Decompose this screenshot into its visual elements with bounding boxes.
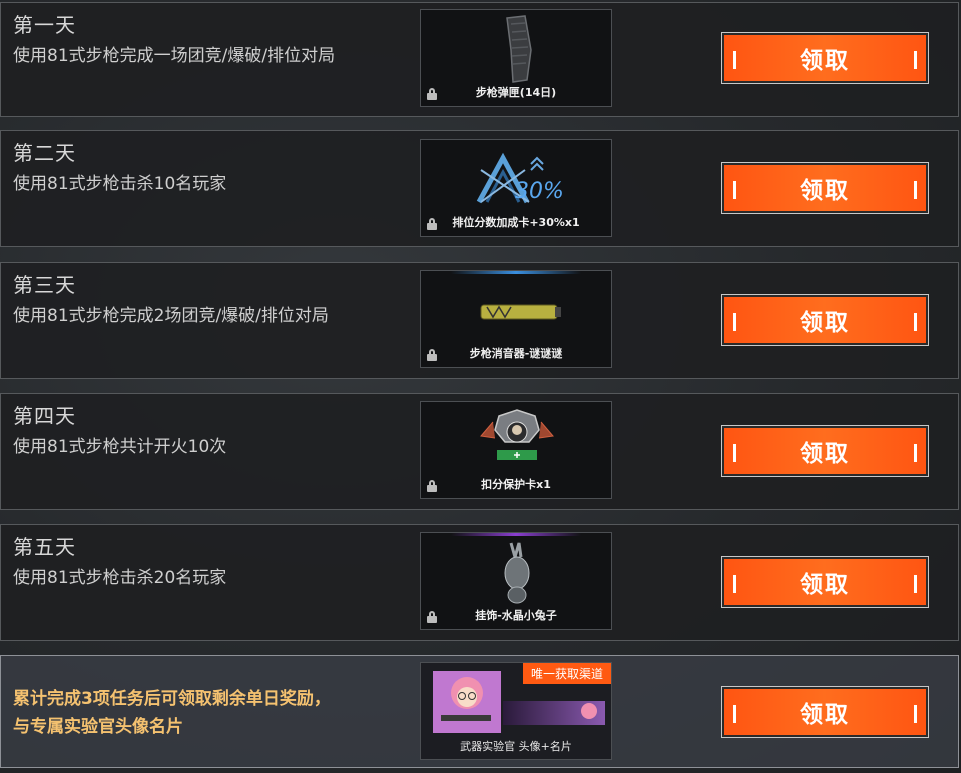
reward-name: 排位分数加成卡+30%x1 (452, 216, 580, 229)
day-title: 第一天 (13, 13, 76, 37)
claim-label: 领取 (800, 572, 850, 598)
task-description: 使用81式步枪共计开火10次 (13, 437, 227, 457)
avatar-namecard-icon (433, 671, 605, 733)
task-description: 使用81式步枪完成2场团竞/爆破/排位对局 (13, 306, 329, 326)
claim-button-day-3[interactable]: 领取 (721, 294, 929, 346)
reward-card-final[interactable]: 唯一获取渠道 武器实验官 头像+名片 (420, 662, 612, 760)
day-title: 第五天 (13, 535, 76, 559)
day-title: 第三天 (13, 273, 76, 297)
claim-label: 领取 (800, 48, 850, 74)
claim-button-day-1[interactable]: 领取 (721, 32, 929, 84)
claim-button-day-5[interactable]: 领取 (721, 556, 929, 608)
reward-card-day-3[interactable]: 步枪消音器-谜谜谜 (420, 270, 612, 368)
cumulative-reward-text: 累计完成3项任务后可领取剩余单日奖励， 与专属实验官头像名片 (13, 689, 331, 737)
task-description: 使用81式步枪完成一场团竞/爆破/排位对局 (13, 46, 336, 66)
claim-label: 领取 (800, 441, 850, 467)
day-title: 第四天 (13, 404, 76, 428)
reward-name: 扣分保护卡x1 (481, 478, 551, 491)
reward-card-day-5[interactable]: 挂饰-水晶小兔子 (420, 532, 612, 630)
protection-card-icon (480, 409, 554, 460)
rank-boost-icon: 30% (476, 152, 564, 204)
reward-name: 挂饰-水晶小兔子 (475, 609, 557, 622)
reward-card-day-1[interactable]: 步枪弹匣(14日) (420, 9, 612, 107)
task-description: 使用81式步枪击杀10名玩家 (13, 174, 227, 194)
magazine-icon (506, 15, 532, 83)
claim-label: 领取 (800, 178, 850, 204)
crystal-rabbit-charm-icon (504, 542, 530, 604)
task-description: 使用81式步枪击杀20名玩家 (13, 568, 227, 588)
claim-label: 领取 (800, 702, 850, 728)
claim-button-final[interactable]: 领取 (721, 686, 929, 738)
reward-card-day-4[interactable]: 扣分保护卡x1 (420, 401, 612, 499)
reward-card-day-2[interactable]: 30% 排位分数加成卡+30%x1 (420, 139, 612, 237)
claim-button-day-4[interactable]: 领取 (721, 425, 929, 477)
reward-name: 步枪消音器-谜谜谜 (469, 347, 563, 360)
day-title: 第二天 (13, 141, 76, 165)
boost-percent-text: 30% (515, 179, 564, 204)
reward-name: 步枪弹匣(14日) (475, 86, 557, 99)
claim-label: 领取 (800, 310, 850, 336)
reward-name: 武器实验官 头像+名片 (460, 740, 572, 753)
claim-button-day-2[interactable]: 领取 (721, 162, 929, 214)
suppressor-icon (480, 304, 561, 320)
